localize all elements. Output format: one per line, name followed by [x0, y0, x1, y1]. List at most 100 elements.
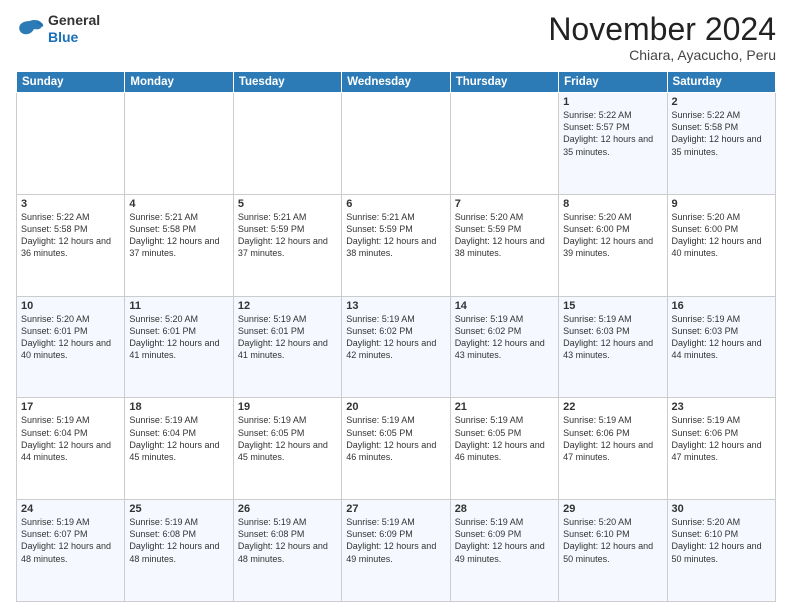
calendar-day-header: Friday	[559, 72, 667, 93]
calendar-week-row: 3Sunrise: 5:22 AM Sunset: 5:58 PM Daylig…	[17, 194, 776, 296]
day-info: Sunrise: 5:20 AM Sunset: 6:10 PM Dayligh…	[563, 516, 662, 565]
day-number: 23	[672, 401, 771, 413]
calendar-day-cell: 14Sunrise: 5:19 AM Sunset: 6:02 PM Dayli…	[450, 296, 558, 398]
day-info: Sunrise: 5:19 AM Sunset: 6:03 PM Dayligh…	[563, 313, 662, 362]
calendar-day-cell: 29Sunrise: 5:20 AM Sunset: 6:10 PM Dayli…	[559, 500, 667, 602]
calendar-header: SundayMondayTuesdayWednesdayThursdayFrid…	[17, 72, 776, 93]
day-number: 29	[563, 503, 662, 515]
calendar-day-cell: 15Sunrise: 5:19 AM Sunset: 6:03 PM Dayli…	[559, 296, 667, 398]
calendar-day-cell	[125, 93, 233, 195]
day-number: 9	[672, 198, 771, 210]
day-info: Sunrise: 5:21 AM Sunset: 5:59 PM Dayligh…	[238, 211, 337, 260]
day-info: Sunrise: 5:20 AM Sunset: 6:01 PM Dayligh…	[21, 313, 120, 362]
page: General Blue November 2024 Chiara, Ayacu…	[0, 0, 792, 612]
day-info: Sunrise: 5:20 AM Sunset: 6:00 PM Dayligh…	[563, 211, 662, 260]
calendar-day-cell: 18Sunrise: 5:19 AM Sunset: 6:04 PM Dayli…	[125, 398, 233, 500]
calendar-day-cell: 26Sunrise: 5:19 AM Sunset: 6:08 PM Dayli…	[233, 500, 341, 602]
page-subtitle: Chiara, Ayacucho, Peru	[548, 47, 776, 63]
calendar-day-cell: 4Sunrise: 5:21 AM Sunset: 5:58 PM Daylig…	[125, 194, 233, 296]
logo-general: General	[48, 12, 100, 28]
day-info: Sunrise: 5:19 AM Sunset: 6:04 PM Dayligh…	[129, 414, 228, 463]
day-info: Sunrise: 5:19 AM Sunset: 6:09 PM Dayligh…	[455, 516, 554, 565]
calendar-day-cell: 30Sunrise: 5:20 AM Sunset: 6:10 PM Dayli…	[667, 500, 775, 602]
calendar-day-cell: 12Sunrise: 5:19 AM Sunset: 6:01 PM Dayli…	[233, 296, 341, 398]
calendar-day-cell	[17, 93, 125, 195]
header: General Blue November 2024 Chiara, Ayacu…	[16, 12, 776, 63]
logo-bird-icon	[16, 17, 44, 41]
day-info: Sunrise: 5:19 AM Sunset: 6:05 PM Dayligh…	[238, 414, 337, 463]
calendar-day-cell: 6Sunrise: 5:21 AM Sunset: 5:59 PM Daylig…	[342, 194, 450, 296]
day-number: 27	[346, 503, 445, 515]
calendar-day-header: Thursday	[450, 72, 558, 93]
day-info: Sunrise: 5:20 AM Sunset: 5:59 PM Dayligh…	[455, 211, 554, 260]
day-info: Sunrise: 5:19 AM Sunset: 6:08 PM Dayligh…	[129, 516, 228, 565]
day-number: 7	[455, 198, 554, 210]
logo-blue: Blue	[48, 29, 78, 45]
day-info: Sunrise: 5:19 AM Sunset: 6:02 PM Dayligh…	[455, 313, 554, 362]
calendar-day-cell: 19Sunrise: 5:19 AM Sunset: 6:05 PM Dayli…	[233, 398, 341, 500]
day-number: 6	[346, 198, 445, 210]
day-number: 11	[129, 300, 228, 312]
calendar-week-row: 10Sunrise: 5:20 AM Sunset: 6:01 PM Dayli…	[17, 296, 776, 398]
logo-text: General Blue	[48, 12, 100, 46]
day-number: 25	[129, 503, 228, 515]
day-number: 1	[563, 96, 662, 108]
calendar-day-cell: 23Sunrise: 5:19 AM Sunset: 6:06 PM Dayli…	[667, 398, 775, 500]
day-info: Sunrise: 5:19 AM Sunset: 6:03 PM Dayligh…	[672, 313, 771, 362]
day-number: 15	[563, 300, 662, 312]
calendar-day-cell: 25Sunrise: 5:19 AM Sunset: 6:08 PM Dayli…	[125, 500, 233, 602]
day-info: Sunrise: 5:19 AM Sunset: 6:06 PM Dayligh…	[672, 414, 771, 463]
calendar-day-cell: 2Sunrise: 5:22 AM Sunset: 5:58 PM Daylig…	[667, 93, 775, 195]
calendar-body: 1Sunrise: 5:22 AM Sunset: 5:57 PM Daylig…	[17, 93, 776, 602]
calendar-day-cell: 11Sunrise: 5:20 AM Sunset: 6:01 PM Dayli…	[125, 296, 233, 398]
calendar-day-header: Sunday	[17, 72, 125, 93]
day-number: 8	[563, 198, 662, 210]
day-info: Sunrise: 5:21 AM Sunset: 5:59 PM Dayligh…	[346, 211, 445, 260]
day-info: Sunrise: 5:20 AM Sunset: 6:00 PM Dayligh…	[672, 211, 771, 260]
logo: General Blue	[16, 12, 100, 46]
calendar-day-cell: 3Sunrise: 5:22 AM Sunset: 5:58 PM Daylig…	[17, 194, 125, 296]
day-number: 3	[21, 198, 120, 210]
day-number: 4	[129, 198, 228, 210]
day-info: Sunrise: 5:19 AM Sunset: 6:05 PM Dayligh…	[455, 414, 554, 463]
calendar-day-header: Saturday	[667, 72, 775, 93]
day-number: 19	[238, 401, 337, 413]
calendar-day-cell: 28Sunrise: 5:19 AM Sunset: 6:09 PM Dayli…	[450, 500, 558, 602]
calendar-day-cell: 7Sunrise: 5:20 AM Sunset: 5:59 PM Daylig…	[450, 194, 558, 296]
calendar-day-cell: 1Sunrise: 5:22 AM Sunset: 5:57 PM Daylig…	[559, 93, 667, 195]
day-number: 26	[238, 503, 337, 515]
day-number: 13	[346, 300, 445, 312]
page-title: November 2024	[548, 12, 776, 47]
day-info: Sunrise: 5:22 AM Sunset: 5:58 PM Dayligh…	[672, 109, 771, 158]
title-block: November 2024 Chiara, Ayacucho, Peru	[548, 12, 776, 63]
day-info: Sunrise: 5:20 AM Sunset: 6:01 PM Dayligh…	[129, 313, 228, 362]
calendar-day-header: Wednesday	[342, 72, 450, 93]
calendar-day-cell: 9Sunrise: 5:20 AM Sunset: 6:00 PM Daylig…	[667, 194, 775, 296]
calendar-day-cell: 13Sunrise: 5:19 AM Sunset: 6:02 PM Dayli…	[342, 296, 450, 398]
day-number: 2	[672, 96, 771, 108]
day-number: 30	[672, 503, 771, 515]
day-number: 12	[238, 300, 337, 312]
day-number: 5	[238, 198, 337, 210]
day-info: Sunrise: 5:19 AM Sunset: 6:07 PM Dayligh…	[21, 516, 120, 565]
calendar-day-header: Monday	[125, 72, 233, 93]
day-number: 14	[455, 300, 554, 312]
calendar-week-row: 17Sunrise: 5:19 AM Sunset: 6:04 PM Dayli…	[17, 398, 776, 500]
calendar-day-cell: 27Sunrise: 5:19 AM Sunset: 6:09 PM Dayli…	[342, 500, 450, 602]
calendar-day-cell: 16Sunrise: 5:19 AM Sunset: 6:03 PM Dayli…	[667, 296, 775, 398]
day-info: Sunrise: 5:19 AM Sunset: 6:04 PM Dayligh…	[21, 414, 120, 463]
day-number: 22	[563, 401, 662, 413]
day-number: 16	[672, 300, 771, 312]
calendar-day-cell	[450, 93, 558, 195]
calendar-day-cell: 5Sunrise: 5:21 AM Sunset: 5:59 PM Daylig…	[233, 194, 341, 296]
day-number: 21	[455, 401, 554, 413]
day-info: Sunrise: 5:20 AM Sunset: 6:10 PM Dayligh…	[672, 516, 771, 565]
calendar-day-cell: 20Sunrise: 5:19 AM Sunset: 6:05 PM Dayli…	[342, 398, 450, 500]
calendar-day-cell: 10Sunrise: 5:20 AM Sunset: 6:01 PM Dayli…	[17, 296, 125, 398]
day-number: 20	[346, 401, 445, 413]
day-info: Sunrise: 5:19 AM Sunset: 6:09 PM Dayligh…	[346, 516, 445, 565]
day-info: Sunrise: 5:21 AM Sunset: 5:58 PM Dayligh…	[129, 211, 228, 260]
calendar-day-cell: 22Sunrise: 5:19 AM Sunset: 6:06 PM Dayli…	[559, 398, 667, 500]
day-info: Sunrise: 5:19 AM Sunset: 6:01 PM Dayligh…	[238, 313, 337, 362]
day-info: Sunrise: 5:19 AM Sunset: 6:05 PM Dayligh…	[346, 414, 445, 463]
